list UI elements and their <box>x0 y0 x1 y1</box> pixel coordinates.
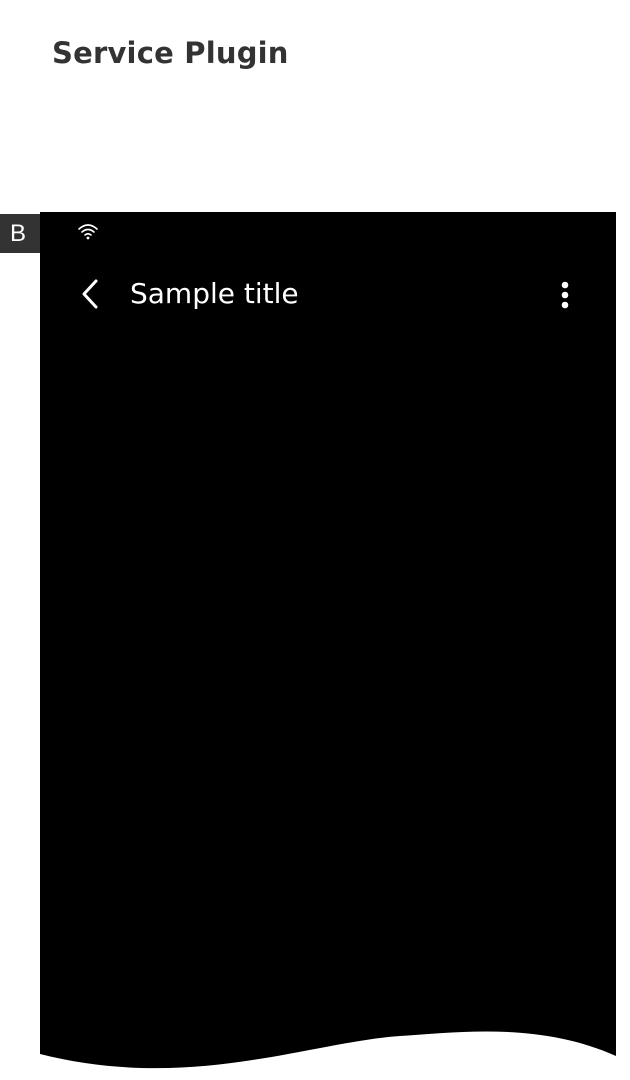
back-button[interactable] <box>70 274 110 314</box>
phone-screen-background <box>40 212 616 1069</box>
app-bar-title: Sample title <box>130 277 299 310</box>
more-options-button[interactable] <box>550 274 580 314</box>
variant-badge: B <box>0 214 40 253</box>
more-vertical-icon <box>561 281 569 309</box>
app-bar: Sample title <box>40 262 616 328</box>
section-title: Service Plugin <box>52 36 289 70</box>
chevron-left-icon <box>82 279 98 309</box>
wifi-icon <box>77 222 99 240</box>
phone-screen: Sample title <box>40 212 616 1080</box>
